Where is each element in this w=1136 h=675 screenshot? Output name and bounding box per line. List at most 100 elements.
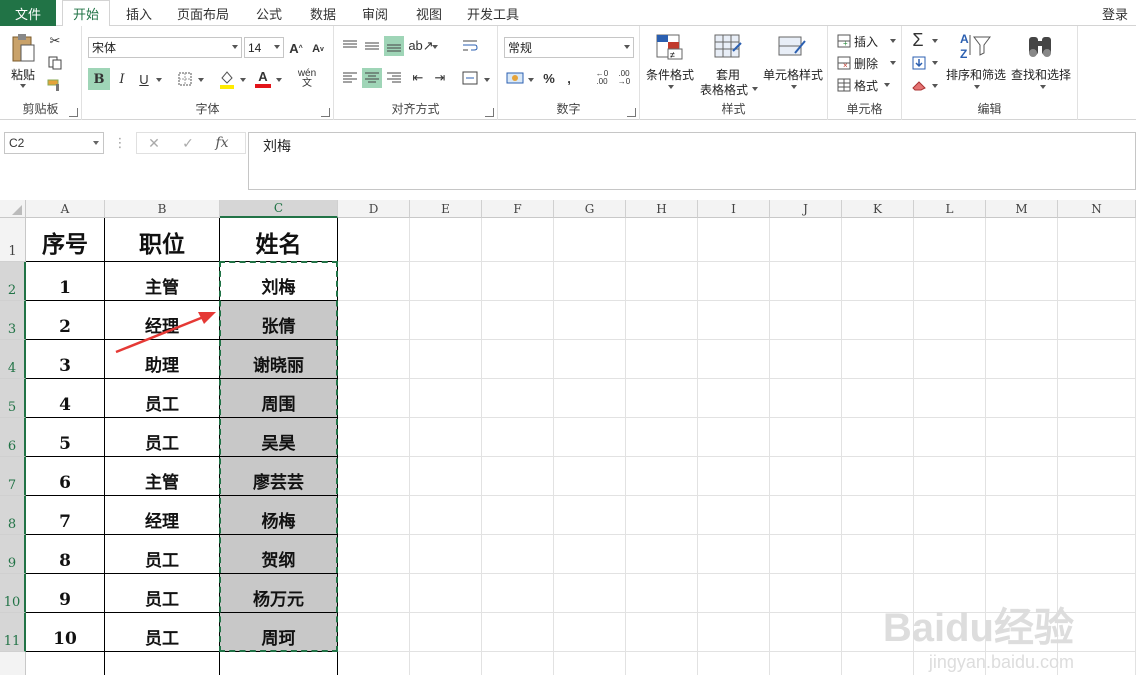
table-cell[interactable]: 10 [26,613,105,652]
row-header-7[interactable]: 7 [0,457,26,496]
column-header-i[interactable]: I [698,200,770,218]
conditional-format-icon[interactable]: ≠ [654,32,686,62]
table-header-cell[interactable]: 姓名 [220,218,338,262]
sort-filter-icon[interactable]: AZ [958,30,992,62]
find-select-icon[interactable] [1024,32,1056,62]
borders-icon[interactable] [176,70,194,88]
align-middle-icon[interactable] [362,36,382,56]
underline-button[interactable]: U [134,68,154,90]
formula-input[interactable]: 刘梅 [248,132,1136,190]
italic-button[interactable]: I [112,68,132,90]
paste-dropdown-icon[interactable] [20,84,26,88]
format-cells-icon[interactable] [836,77,852,93]
table-cell[interactable]: 5 [26,418,105,457]
increase-indent-icon[interactable]: ⇥ [430,68,450,88]
name-box[interactable]: C2 [4,132,104,154]
table-cell[interactable] [26,652,105,675]
align-left-icon[interactable] [340,68,360,88]
column-header-m[interactable]: M [986,200,1058,218]
table-cell[interactable]: 6 [26,457,105,496]
table-cell[interactable]: 7 [26,496,105,535]
column-header-g[interactable]: G [554,200,626,218]
format-as-table-dropdown-icon[interactable] [752,87,758,91]
clear-dropdown-icon[interactable] [932,84,938,88]
format-as-table-label-2[interactable]: 表格格式 [696,81,752,98]
find-select-label[interactable]: 查找和选择 [1008,66,1074,83]
clipboard-launcher-icon[interactable] [69,108,78,117]
column-header-n[interactable]: N [1058,200,1136,218]
insert-function-icon[interactable]: fx [205,135,239,151]
paste-icon[interactable] [8,32,38,64]
sort-filter-label[interactable]: 排序和筛选 [944,66,1008,83]
table-cell[interactable]: 经理 [105,496,220,535]
row-header-8[interactable]: 8 [0,496,26,535]
row-header-6[interactable]: 6 [0,418,26,457]
tab-data[interactable]: 数据 [300,0,346,26]
table-cell[interactable]: 谢晓丽 [220,340,338,379]
shrink-font-icon[interactable]: Av [310,41,326,57]
decrease-decimal-icon[interactable]: .00 →0 [614,68,634,88]
paste-label[interactable]: 粘贴 [8,66,38,83]
align-top-icon[interactable] [340,36,360,56]
cancel-icon[interactable]: ✕ [137,135,171,152]
table-cell[interactable]: 员工 [105,379,220,418]
align-right-icon[interactable] [384,68,404,88]
cell-styles-label[interactable]: 单元格样式 [760,66,826,83]
table-cell[interactable]: 吴昊 [220,418,338,457]
cell-styles-icon[interactable] [776,32,808,62]
table-cell[interactable]: 9 [26,574,105,613]
table-cell[interactable]: 杨梅 [220,496,338,535]
worksheet-grid[interactable]: A B C D E F G H I J K L M N 1 2 3 4 5 6 7 8 9 10 11 序号 职位 姓名 1 主管 刘梅 2 经… [0,200,1136,675]
tab-developer[interactable]: 开发工具 [460,0,526,26]
wrap-text-icon[interactable] [460,36,480,56]
align-center-icon[interactable] [362,68,382,88]
tab-view[interactable]: 视图 [406,0,452,26]
select-all-corner[interactable] [0,200,26,218]
table-cell[interactable]: 员工 [105,418,220,457]
merge-dropdown-icon[interactable] [484,78,490,82]
sort-filter-dropdown-icon[interactable] [974,85,980,89]
font-launcher-icon[interactable] [321,108,330,117]
format-painter-icon[interactable] [46,76,64,94]
conditional-format-dropdown-icon[interactable] [668,85,674,89]
tab-insert[interactable]: 插入 [116,0,162,26]
number-format-select[interactable]: 常规 [504,37,634,58]
decrease-indent-icon[interactable]: ⇤ [408,68,428,88]
orientation-icon[interactable]: ab↗ [408,36,433,56]
table-cell[interactable]: 主管 [105,262,220,301]
table-cell[interactable]: 8 [26,535,105,574]
table-cell[interactable]: 周珂 [220,613,338,652]
table-cell[interactable]: 廖芸芸 [220,457,338,496]
table-header-cell[interactable]: 职位 [105,218,220,262]
row-header-1[interactable]: 1 [0,218,26,262]
fill-color-icon[interactable] [218,68,236,90]
accounting-dropdown-icon[interactable] [528,78,534,82]
insert-cells-icon[interactable]: + [836,33,852,49]
row-header-4[interactable]: 4 [0,340,26,379]
table-cell[interactable] [220,652,338,675]
table-cell[interactable]: 张倩 [220,301,338,340]
column-header-c[interactable]: C [220,200,338,218]
copy-icon[interactable] [46,54,64,72]
find-select-dropdown-icon[interactable] [1040,85,1046,89]
tab-home[interactable]: 开始 [62,0,110,27]
font-name-select[interactable]: 宋体 [88,37,242,58]
tab-page-layout[interactable]: 页面布局 [170,0,236,26]
row-header-5[interactable]: 5 [0,379,26,418]
cut-icon[interactable]: ✂ [46,32,64,50]
table-cell[interactable]: 杨万元 [220,574,338,613]
row-header-11[interactable]: 11 [0,613,26,652]
column-header-a[interactable]: A [26,200,105,218]
table-cell[interactable]: 贺纲 [220,535,338,574]
delete-cells-dropdown-icon[interactable] [890,61,896,65]
column-header-f[interactable]: F [482,200,554,218]
column-header-l[interactable]: L [914,200,986,218]
format-cells-label[interactable]: 格式 [854,77,878,94]
borders-dropdown-icon[interactable] [198,78,204,82]
column-header-k[interactable]: K [842,200,914,218]
orientation-dropdown-icon[interactable] [432,45,438,49]
conditional-format-label[interactable]: 条件格式 [642,66,698,83]
insert-cells-dropdown-icon[interactable] [890,39,896,43]
table-cell[interactable]: 4 [26,379,105,418]
alignment-launcher-icon[interactable] [485,108,494,117]
